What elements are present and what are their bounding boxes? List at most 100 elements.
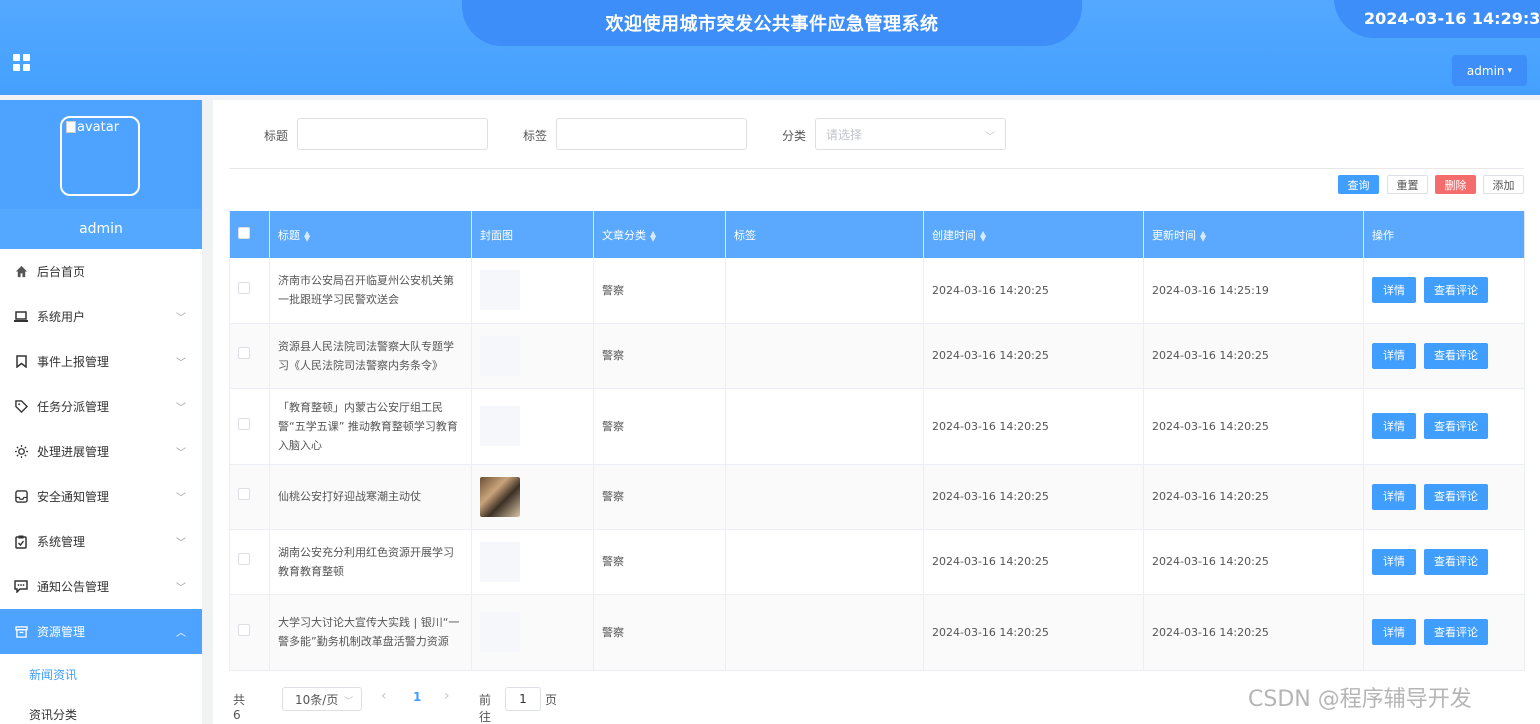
column-header-created[interactable]: 创建时间 ▲ ▼ [923, 211, 1144, 258]
add-button[interactable]: 添加 [1483, 175, 1524, 194]
row-created: 2024-03-16 14:20:25 [923, 529, 1144, 595]
table-row: 大学习大讨论大宣传大实践 | 银川“一警多能”勤务机制改革盘活警力资源 警察 2… [229, 594, 1525, 671]
system-title: 欢迎使用城市突发公共事件应急管理系统 [605, 14, 939, 35]
sidebar-item-announcements[interactable]: 通知公告管理 ﹀ [0, 564, 202, 609]
tag-filter-input[interactable] [556, 118, 747, 150]
row-checkbox[interactable] [238, 347, 250, 359]
sidebar-item-task-dispatch[interactable]: 任务分派管理 ﹀ [0, 384, 202, 429]
delete-button[interactable]: 删除 [1435, 175, 1476, 194]
row-checkbox[interactable] [238, 417, 250, 430]
sidebar-item-system-users[interactable]: 系统用户 ﹀ [0, 294, 202, 339]
row-category: 警察 [593, 388, 726, 465]
row-checkbox[interactable] [238, 623, 250, 636]
column-header-title[interactable]: 标题 ▲ ▼ [269, 211, 472, 258]
title-filter-input[interactable] [297, 118, 488, 150]
table-row: 湖南公安充分利用红色资源开展学习教育教育整顿 警察 2024-03-16 14:… [229, 529, 1525, 595]
chevron-down-icon: ﹀ [985, 132, 995, 143]
row-updated: 2024-03-16 14:20:25 [1143, 464, 1364, 530]
chevron-down-icon: ﹀ [176, 583, 186, 594]
row-category: 警察 [593, 258, 726, 324]
grid-icon[interactable] [13, 54, 30, 71]
sidebar-item-label: 后台首页 [37, 265, 86, 279]
bookmark-icon [14, 355, 28, 369]
cover-image [480, 335, 520, 376]
sidebar-item-label: 任务分派管理 [37, 400, 110, 414]
row-category: 警察 [593, 323, 726, 389]
sidebar-item-system-management[interactable]: 系统管理 ﹀ [0, 519, 202, 564]
sidebar: avatar admin 后台首页 系统用户 ﹀ 事件上报管理 ﹀ 任务分派管理… [0, 100, 202, 724]
row-checkbox[interactable] [238, 281, 250, 294]
category-filter-label: 分类 [782, 129, 807, 143]
sort-icon[interactable]: ▲ ▼ [1200, 229, 1206, 242]
sort-icon[interactable]: ▲ ▼ [650, 229, 656, 242]
detail-button[interactable]: 详情 [1372, 483, 1416, 510]
view-comments-button[interactable]: 查看评论 [1424, 342, 1488, 369]
row-category: 警察 [593, 529, 726, 595]
tag-filter-label: 标签 [523, 129, 548, 143]
column-header-updated[interactable]: 更新时间 ▲ ▼ [1143, 211, 1364, 258]
view-comments-button[interactable]: 查看评论 [1424, 483, 1488, 510]
next-page-icon[interactable]: › [444, 688, 450, 704]
sidebar-item-event-report[interactable]: 事件上报管理 ﹀ [0, 339, 202, 384]
row-checkbox[interactable] [238, 553, 250, 565]
laptop-icon [14, 310, 28, 324]
sidebar-item-label: 安全通知管理 [37, 490, 110, 504]
detail-button[interactable]: 详情 [1372, 277, 1416, 304]
row-created: 2024-03-16 14:20:25 [923, 323, 1144, 389]
current-datetime: 2024-03-16 14:29:31 [1364, 8, 1540, 28]
sidebar-item-label: 资源管理 [37, 625, 86, 639]
query-button[interactable]: 查询 [1338, 175, 1379, 194]
view-comments-button[interactable]: 查看评论 [1424, 619, 1488, 645]
column-header-cover: 封面图 [471, 211, 594, 258]
goto-page-input[interactable] [505, 687, 541, 711]
row-checkbox[interactable] [238, 488, 250, 500]
sidebar-subitem-news-category[interactable]: 资讯分类 [0, 694, 202, 724]
user-dropdown-button[interactable]: admin ▾ [1452, 55, 1527, 86]
detail-button[interactable]: 详情 [1372, 548, 1416, 575]
select-all-cell [229, 211, 270, 258]
select-all-checkbox[interactable] [238, 227, 250, 239]
sidebar-item-label: 事件上报管理 [37, 355, 110, 369]
page-size-select[interactable]: 10条/页 ﹀ [282, 687, 362, 711]
sort-icon[interactable]: ▲ ▼ [304, 229, 310, 242]
row-updated: 2024-03-16 14:25:19 [1143, 258, 1364, 324]
prev-page-icon[interactable]: ‹ [381, 688, 387, 704]
category-filter-select[interactable]: 请选择 ﹀ [815, 118, 1006, 150]
chevron-down-icon: ﹀ [176, 403, 186, 414]
row-tag [725, 594, 924, 671]
row-updated: 2024-03-16 14:20:25 [1143, 323, 1364, 389]
row-title: 大学习大讨论大宣传大实践 | 银川“一警多能”勤务机制改革盘活警力资源 [269, 594, 472, 671]
detail-button[interactable]: 详情 [1372, 413, 1416, 439]
sidebar-username: admin [0, 209, 202, 249]
reset-button[interactable]: 重置 [1387, 175, 1428, 194]
tag-icon [14, 400, 28, 414]
row-created: 2024-03-16 14:20:25 [923, 464, 1144, 530]
sidebar-item-progress[interactable]: 处理进展管理 ﹀ [0, 429, 202, 474]
sun-icon [14, 445, 28, 459]
page-suffix-label: 页 [545, 693, 558, 707]
row-tag [725, 258, 924, 324]
row-title: 「教育整顿」内蒙古公安厅组工民警“五学五课” 推动教育整顿学习教育入脑入心 [269, 388, 472, 465]
view-comments-button[interactable]: 查看评论 [1424, 413, 1488, 439]
home-icon [14, 265, 28, 279]
detail-button[interactable]: 详情 [1372, 619, 1416, 645]
view-comments-button[interactable]: 查看评论 [1424, 277, 1488, 304]
sidebar-item-resources[interactable]: 资源管理 ︿ [0, 609, 202, 654]
detail-button[interactable]: 详情 [1372, 342, 1416, 369]
sidebar-item-home[interactable]: 后台首页 [0, 249, 202, 294]
sidebar-subitem-news[interactable]: 新闻资讯 [0, 654, 202, 694]
chevron-down-icon: ﹀ [343, 697, 353, 707]
page-number[interactable]: 1 [413, 690, 421, 704]
broken-image-icon [66, 121, 76, 133]
row-category: 警察 [593, 464, 726, 530]
chevron-down-icon: ﹀ [176, 313, 186, 324]
user-dropdown-label: admin [1466, 63, 1505, 78]
column-header-category[interactable]: 文章分类 ▲ ▼ [593, 211, 726, 258]
row-updated: 2024-03-16 14:20:25 [1143, 529, 1364, 595]
row-category: 警察 [593, 594, 726, 671]
sidebar-item-safety-notice[interactable]: 安全通知管理 ﹀ [0, 474, 202, 519]
view-comments-button[interactable]: 查看评论 [1424, 548, 1488, 575]
row-title: 仙桃公安打好迎战寒潮主动仗 [269, 464, 472, 530]
sort-icon[interactable]: ▲ ▼ [980, 229, 986, 242]
chevron-up-icon: ︿ [176, 628, 186, 639]
